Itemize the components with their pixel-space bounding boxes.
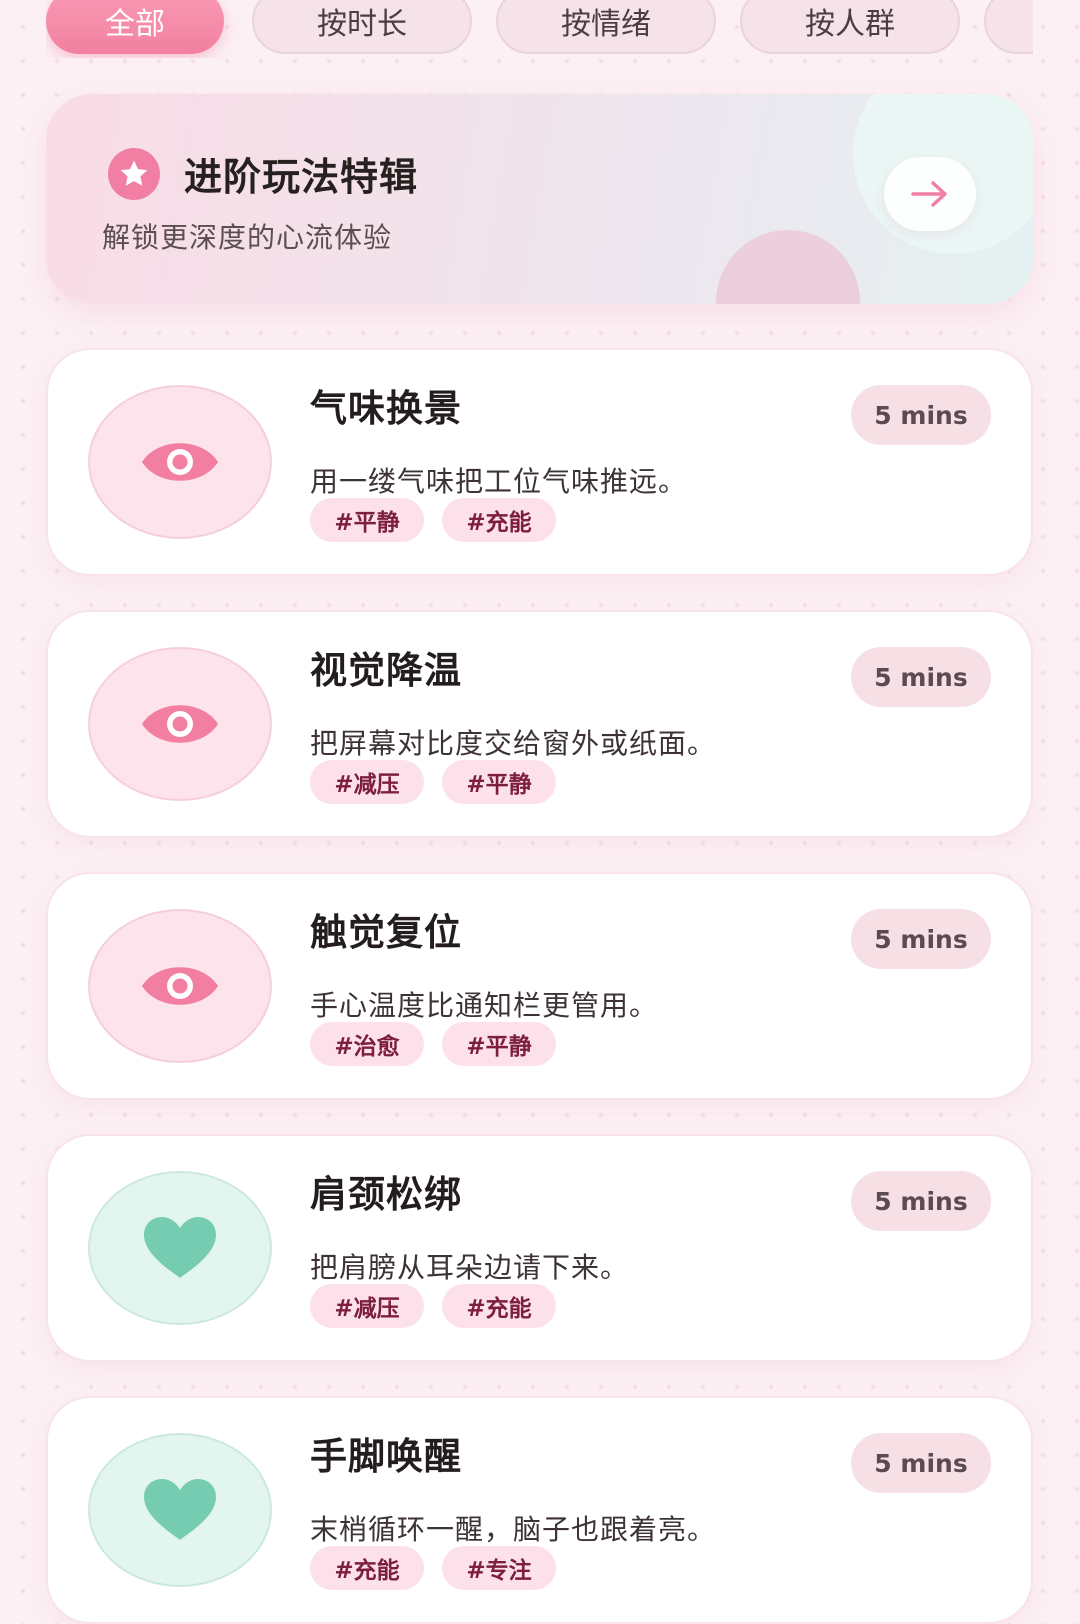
tag: #减压: [310, 760, 424, 804]
duration-badge: 5 mins: [851, 385, 991, 445]
card-icon-circle: [88, 1171, 272, 1325]
eye-icon: [142, 705, 218, 743]
filter-chip-more[interactable]: [984, 0, 1033, 54]
card-title: 视觉降温: [310, 649, 462, 692]
tag: #平静: [442, 1022, 556, 1066]
card-title: 气味换景: [310, 387, 462, 430]
tag: #充能: [442, 1284, 556, 1328]
arrow-right-icon: [911, 181, 947, 207]
activity-card[interactable]: 视觉降温 5 mins 把屏幕对比度交给窗外或纸面。 #减压 #平静: [46, 610, 1033, 838]
banner-decoration: [716, 230, 860, 304]
card-icon-circle: [88, 1433, 272, 1587]
duration-badge: 5 mins: [851, 647, 991, 707]
card-description: 用一缕气味把工位气味推远。: [310, 465, 688, 498]
filter-chip-all[interactable]: 全部: [46, 0, 224, 54]
heart-icon: [144, 1217, 216, 1278]
card-title: 触觉复位: [310, 911, 462, 954]
filter-chip-duration[interactable]: 按时长: [252, 0, 472, 54]
activity-card[interactable]: 手脚唤醒 5 mins 末梢循环一醒，脑子也跟着亮。 #充能 #专注: [46, 1396, 1033, 1624]
tag: #治愈: [310, 1022, 424, 1066]
card-tags: #充能 #专注: [310, 1546, 556, 1590]
card-icon-circle: [88, 385, 272, 539]
card-tags: #平静 #充能: [310, 498, 556, 542]
filter-chip-audience[interactable]: 按人群: [740, 0, 960, 54]
card-title: 手脚唤醒: [310, 1435, 462, 1478]
duration-badge: 5 mins: [851, 1171, 991, 1231]
tag: #专注: [442, 1546, 556, 1590]
eye-icon: [142, 967, 218, 1005]
heart-icon: [144, 1479, 216, 1540]
card-title: 肩颈松绑: [310, 1173, 462, 1216]
filter-chip-mood[interactable]: 按情绪: [496, 0, 716, 54]
eye-icon: [142, 443, 218, 481]
activity-card[interactable]: 气味换景 5 mins 用一缕气味把工位气味推远。 #平静 #充能: [46, 348, 1033, 576]
activity-card[interactable]: 触觉复位 5 mins 手心温度比通知栏更管用。 #治愈 #平静: [46, 872, 1033, 1100]
tag: #减压: [310, 1284, 424, 1328]
card-description: 末梢循环一醒，脑子也跟着亮。: [310, 1513, 717, 1546]
tag: #充能: [442, 498, 556, 542]
filter-chip-label: 全部: [105, 7, 165, 42]
duration-badge: 5 mins: [851, 909, 991, 969]
tag: #平静: [442, 760, 556, 804]
duration-badge: 5 mins: [851, 1433, 991, 1493]
card-tags: #治愈 #平静: [310, 1022, 556, 1066]
card-description: 把屏幕对比度交给窗外或纸面。: [310, 727, 717, 760]
activity-card[interactable]: 肩颈松绑 5 mins 把肩膀从耳朵边请下来。 #减压 #充能: [46, 1134, 1033, 1362]
card-description: 把肩膀从耳朵边请下来。: [310, 1251, 630, 1284]
tag: #平静: [310, 498, 424, 542]
banner-subtitle: 解锁更深度的心流体验: [102, 221, 393, 254]
card-tags: #减压 #平静: [310, 760, 556, 804]
filter-chip-label: 按情绪: [561, 7, 651, 42]
star-icon: [108, 148, 160, 200]
filter-chip-label: 按时长: [317, 7, 407, 42]
banner-title: 进阶玩法特辑: [184, 155, 419, 199]
tag: #充能: [310, 1546, 424, 1590]
card-tags: #减压 #充能: [310, 1284, 556, 1328]
advanced-feature-banner[interactable]: 进阶玩法特辑 解锁更深度的心流体验: [46, 94, 1033, 304]
card-icon-circle: [88, 909, 272, 1063]
filter-chip-row: 全部 按时长 按情绪 按人群: [46, 0, 1033, 58]
banner-arrow-button[interactable]: [884, 157, 976, 231]
card-icon-circle: [88, 647, 272, 801]
card-description: 手心温度比通知栏更管用。: [310, 989, 659, 1022]
filter-chip-label: 按人群: [805, 7, 895, 42]
